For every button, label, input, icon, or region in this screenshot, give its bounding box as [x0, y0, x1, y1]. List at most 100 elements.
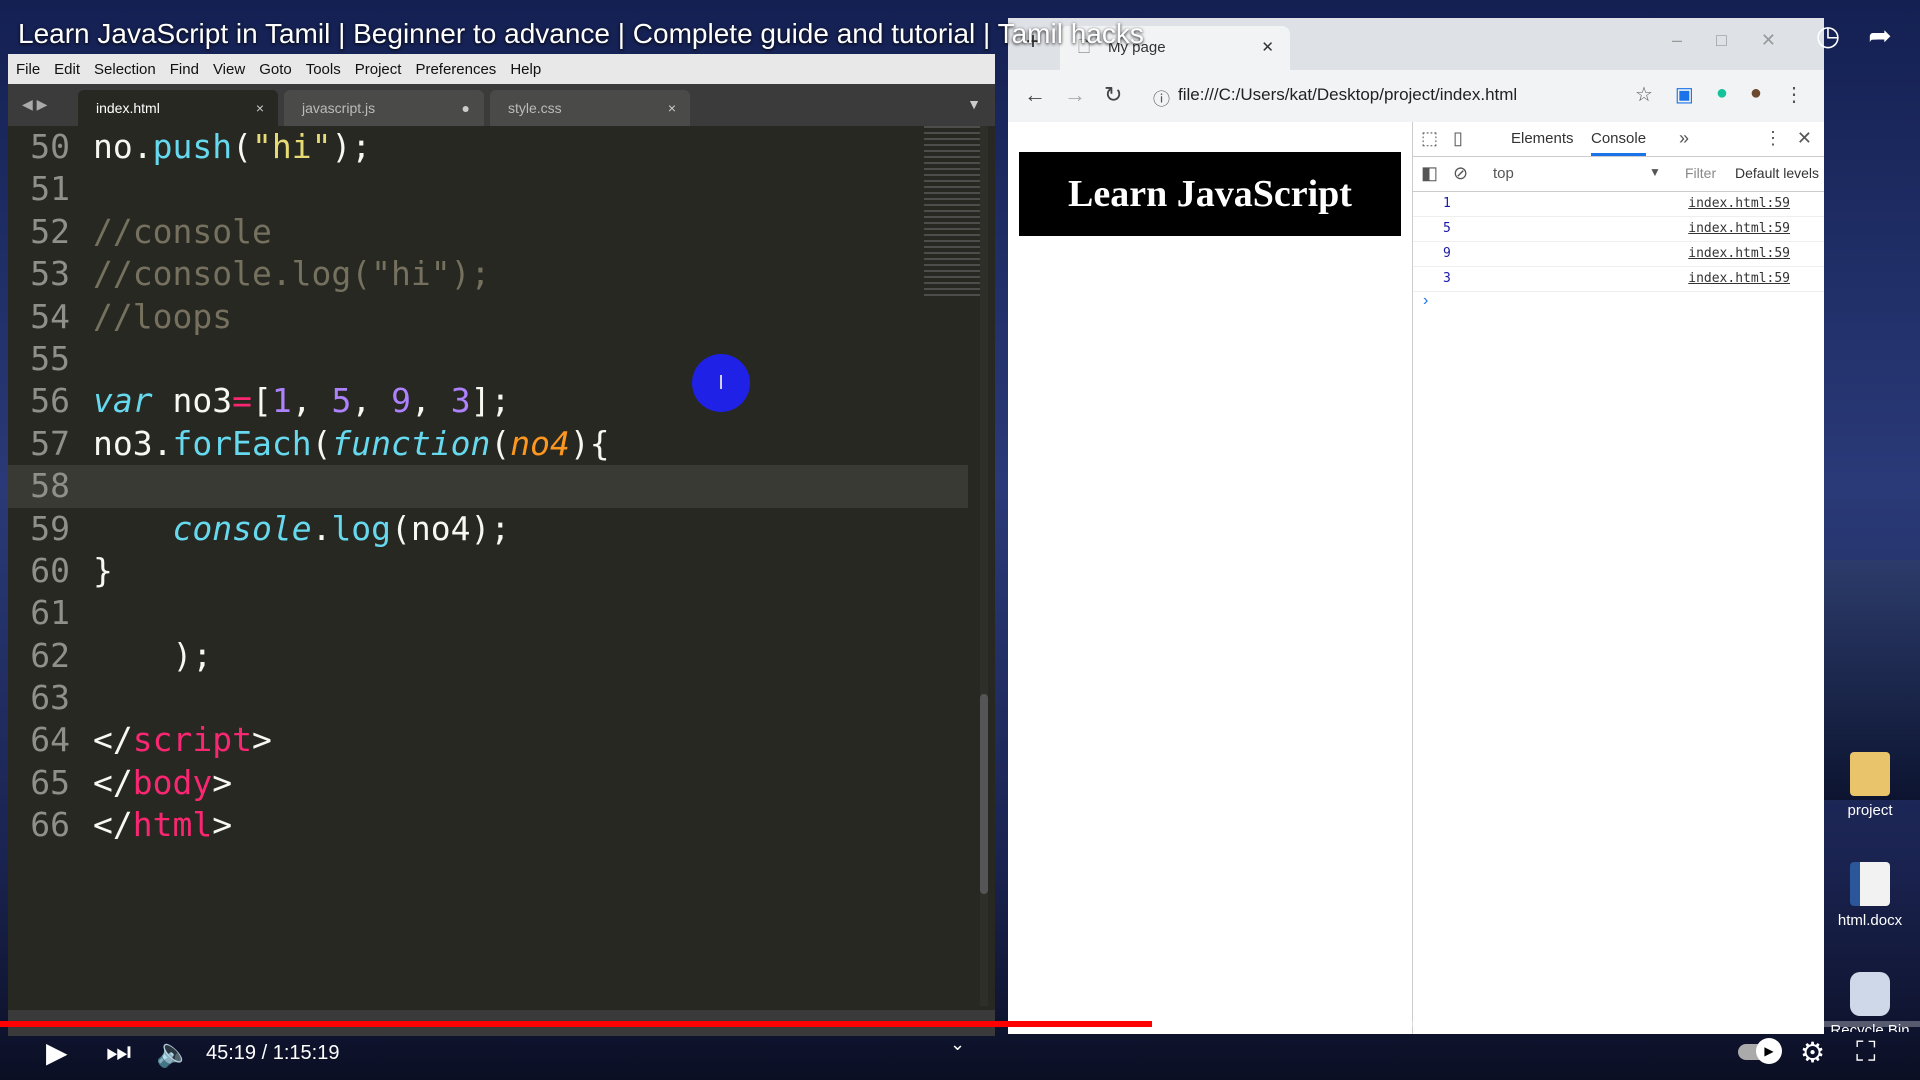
code-text: var no3=[1, 5, 9, 3]; [93, 381, 511, 421]
desktop-icon-label: project [1847, 802, 1893, 819]
code-line: 50 no.push("hi"); [8, 126, 968, 168]
code-text: console.log(no4); [172, 508, 511, 548]
info-icon[interactable]: ⓘ [1153, 85, 1170, 110]
profile-avatar-icon[interactable]: ● [1750, 82, 1762, 107]
menu-goto[interactable]: Goto [259, 61, 292, 78]
line-number: 55 [30, 338, 70, 378]
menu-help[interactable]: Help [510, 61, 541, 78]
window-controls-icon[interactable]: –□✕ [1672, 30, 1810, 51]
tab-console[interactable]: Console [1591, 130, 1647, 156]
unsaved-dot-icon[interactable]: ● [462, 90, 470, 126]
tab-javascript-js[interactable]: javascript.js ● [284, 90, 484, 126]
menu-edit[interactable]: Edit [54, 61, 80, 78]
browser-window: + 🗋 My page ✕ –□✕ ← → ↻ ⓘ file:///C:/Use… [1008, 18, 1824, 1034]
close-icon[interactable]: ✕ [1261, 26, 1274, 70]
tab-nav-arrows-icon[interactable]: ◀ ▶ [22, 96, 47, 113]
line-number: 64 [30, 720, 70, 760]
code-line: 53 //console.log("hi"); [8, 253, 968, 295]
code-text: } [93, 550, 113, 590]
menu-view[interactable]: View [213, 61, 245, 78]
log-value: 5 [1443, 221, 1451, 236]
code-area[interactable]: 50 no.push("hi"); 51 52 //console 53 //cons… [8, 126, 968, 847]
line-number: 59 [30, 508, 70, 548]
devtools-panel: ⬚ ▯ Elements Console » ⋮ ✕ ◧ ⊘ top ▼ Fil… [1412, 122, 1824, 1034]
close-icon[interactable]: × [256, 90, 264, 126]
log-source-link[interactable]: index.html:59 [1688, 192, 1790, 216]
chevron-down-icon[interactable]: ⌄ [950, 1034, 965, 1055]
code-line: 61 [8, 592, 968, 634]
desktop-icon-project[interactable]: project [1828, 752, 1912, 819]
log-source-link[interactable]: index.html:59 [1688, 217, 1790, 241]
menu-find[interactable]: Find [170, 61, 199, 78]
code-line: 64 </script> [8, 719, 968, 761]
devtools-tabs: ⬚ ▯ Elements Console » ⋮ ✕ [1413, 122, 1824, 157]
more-tabs-icon[interactable]: » [1679, 128, 1689, 149]
log-levels-select[interactable]: Default levels [1735, 165, 1819, 181]
play-icon[interactable]: ▶ [46, 1036, 68, 1069]
log-value: 3 [1443, 271, 1451, 286]
address-bar[interactable]: file:///C:/Users/kat/Desktop/project/ind… [1178, 85, 1517, 105]
settings-gear-icon[interactable]: ⚙ [1800, 1036, 1825, 1069]
back-icon[interactable]: ← [1024, 82, 1046, 108]
devtools-menu-icon[interactable]: ⋮ [1764, 128, 1782, 149]
console-log-row: 9 index.html:59 [1413, 242, 1824, 267]
log-source-link[interactable]: index.html:59 [1688, 267, 1790, 291]
code-text: </body> [93, 762, 233, 802]
recycle-bin-icon [1850, 972, 1890, 1016]
bookmark-star-icon[interactable]: ☆ [1635, 82, 1653, 107]
exit-fullscreen-icon[interactable]: ⛶ [1856, 1036, 1876, 1069]
code-line: 56 var no3=[1, 5, 9, 3]; [8, 380, 968, 422]
reload-icon[interactable]: ↻ [1104, 82, 1122, 108]
watch-later-clock-icon[interactable]: ◷ [1810, 18, 1846, 54]
tab-elements[interactable]: Elements [1511, 130, 1574, 147]
device-toolbar-icon[interactable]: ▯ [1453, 128, 1463, 149]
line-number: 51 [30, 169, 70, 209]
code-text: no3.forEach(function(no4){ [93, 423, 610, 463]
next-icon[interactable]: ⏭ [106, 1036, 131, 1069]
menu-kebab-icon[interactable]: ⋮ [1784, 82, 1804, 107]
desktop-icon-html-docx[interactable]: html.docx [1828, 862, 1912, 929]
browser-toolbar: ← → ↻ ⓘ file:///C:/Users/kat/Desktop/pro… [1008, 70, 1824, 122]
scrollbar-thumb[interactable] [980, 694, 988, 894]
tab-style-css[interactable]: style.css × [490, 90, 690, 126]
minimap[interactable] [924, 126, 984, 296]
context-select[interactable]: top [1493, 165, 1514, 182]
close-icon[interactable]: × [668, 90, 676, 126]
close-icon[interactable]: ✕ [1797, 128, 1812, 149]
menu-project[interactable]: Project [355, 61, 402, 78]
menu-selection[interactable]: Selection [94, 61, 156, 78]
code-text: </html> [93, 805, 233, 845]
code-comment: //console.log("hi"); [93, 254, 491, 294]
editor-menubar: File Edit Selection Find View Goto Tools… [8, 54, 995, 84]
menu-preferences[interactable]: Preferences [415, 61, 496, 78]
line-number: 65 [30, 762, 70, 802]
progress-played [0, 1021, 1152, 1027]
line-number: 58 [30, 466, 70, 506]
menu-tools[interactable]: Tools [306, 61, 341, 78]
console-input[interactable]: › [1413, 292, 1824, 316]
sidebar-toggle-icon[interactable]: ◧ [1421, 163, 1438, 184]
time-display: 45:19 / 1:15:19 [206, 1042, 340, 1064]
log-source-link[interactable]: index.html:59 [1688, 242, 1790, 266]
console-toolbar: ◧ ⊘ top ▼ Filter Default levels [1413, 157, 1824, 192]
menu-file[interactable]: File [16, 61, 40, 78]
filter-input[interactable]: Filter [1685, 165, 1716, 181]
tab-label: style.css [508, 100, 562, 116]
clear-console-icon[interactable]: ⊘ [1453, 163, 1468, 184]
log-value: 9 [1443, 246, 1451, 261]
grammarly-icon[interactable]: ● [1716, 82, 1728, 107]
inspect-element-icon[interactable]: ⬚ [1421, 128, 1438, 149]
code-text: no.push("hi"); [93, 127, 372, 166]
code-line: 63 [8, 677, 968, 719]
extension-icon[interactable]: ▣ [1675, 82, 1694, 107]
video-title[interactable]: Learn JavaScript in Tamil | Beginner to … [18, 18, 1144, 50]
forward-icon[interactable]: → [1064, 82, 1086, 108]
line-number: 56 [30, 381, 70, 421]
line-number: 52 [30, 211, 70, 251]
editor-tabbar: ◀ ▶ index.html × javascript.js ● style.c… [8, 84, 995, 126]
volume-icon[interactable]: 🔈 [156, 1036, 191, 1069]
share-icon[interactable]: ➦ [1862, 18, 1898, 54]
tab-dropdown-icon[interactable]: ▼ [967, 96, 981, 112]
tab-index-html[interactable]: index.html × [78, 90, 278, 126]
chevron-down-icon[interactable]: ▼ [1649, 165, 1661, 179]
